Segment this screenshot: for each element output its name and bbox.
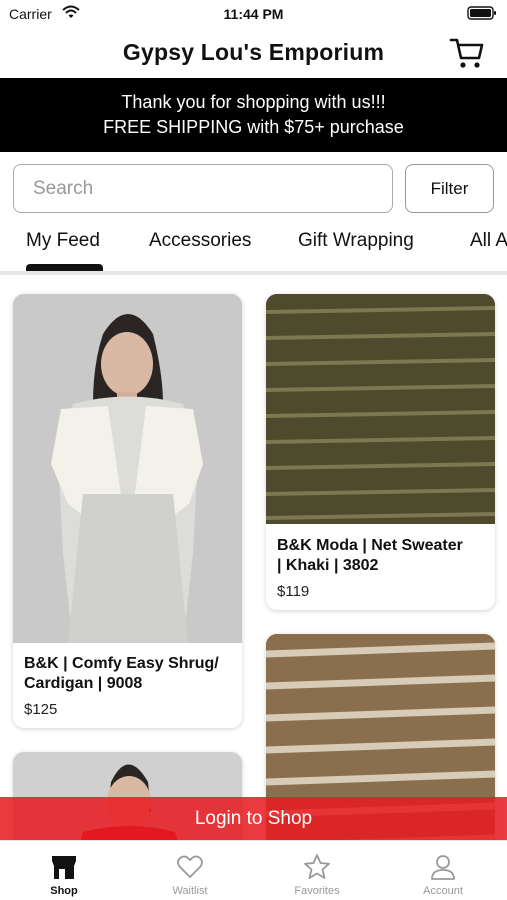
heart-icon — [177, 855, 203, 878]
product-image — [13, 294, 242, 643]
battery-icon — [467, 6, 496, 20]
category-tabs: My Feed Accessories Gift Wrapping All Ac… — [0, 222, 507, 274]
tab-waitlist-label: Waitlist — [172, 885, 208, 897]
filter-button[interactable]: Filter — [405, 164, 494, 213]
tab-all-accessories[interactable]: All Accessories — [470, 230, 507, 252]
tab-gift-wrapping[interactable]: Gift Wrapping — [298, 230, 414, 252]
status-bar: Carrier 11:44 PM — [0, 0, 507, 30]
banner-line-1: Thank you for shopping with us!!! — [121, 92, 386, 112]
product-image — [266, 294, 495, 524]
account-icon — [431, 855, 455, 880]
tab-shop[interactable]: Shop — [1, 841, 127, 900]
star-icon — [304, 854, 330, 879]
tab-favorites-label: Favorites — [294, 885, 340, 897]
product-name-line-2: | Khaki | 3802 — [277, 557, 379, 574]
product-name-line-2: Cardigan | 9008 — [24, 675, 143, 692]
cart-icon[interactable] — [449, 36, 485, 70]
product-name-line-1: B&K Moda | Net Sweater — [277, 537, 463, 554]
page-title: Gypsy Lou's Emporium — [122, 39, 385, 65]
product-card[interactable]: B&K Moda | Net Sweater | Khaki | 3802 $1… — [266, 294, 495, 610]
login-to-shop-button[interactable]: Login to Shop — [0, 797, 507, 840]
tab-shop-label: Shop — [50, 885, 78, 897]
bottom-tab-bar: Shop Waitlist Favorites Account — [0, 840, 507, 900]
product-price: $119 — [277, 583, 310, 600]
product-card[interactable]: B&K | Comfy Easy Shrug/ Cardigan | 9008 … — [13, 294, 242, 728]
tab-waitlist[interactable]: Waitlist — [127, 841, 253, 900]
tab-account[interactable]: Account — [380, 841, 506, 900]
shop-icon — [52, 856, 76, 879]
search-box — [13, 164, 393, 213]
search-input[interactable] — [14, 165, 392, 212]
product-feed[interactable]: B&K | Comfy Easy Shrug/ Cardigan | 9008 … — [0, 275, 507, 840]
status-time: 11:44 PM — [223, 6, 284, 22]
tab-account-label: Account — [423, 885, 463, 897]
product-name-line-1: B&K | Comfy Easy Shrug/ — [24, 655, 219, 672]
app-header: Gypsy Lou's Emporium — [0, 30, 507, 78]
banner-line-2: FREE SHIPPING with $75+ purchase — [103, 117, 404, 137]
product-price: $125 — [24, 701, 58, 718]
tab-my-feed[interactable]: My Feed — [26, 230, 100, 252]
tab-favorites[interactable]: Favorites — [254, 841, 380, 900]
tab-accessories[interactable]: Accessories — [149, 230, 251, 252]
promo-banner: Thank you for shopping with us!!! FREE S… — [0, 78, 507, 152]
